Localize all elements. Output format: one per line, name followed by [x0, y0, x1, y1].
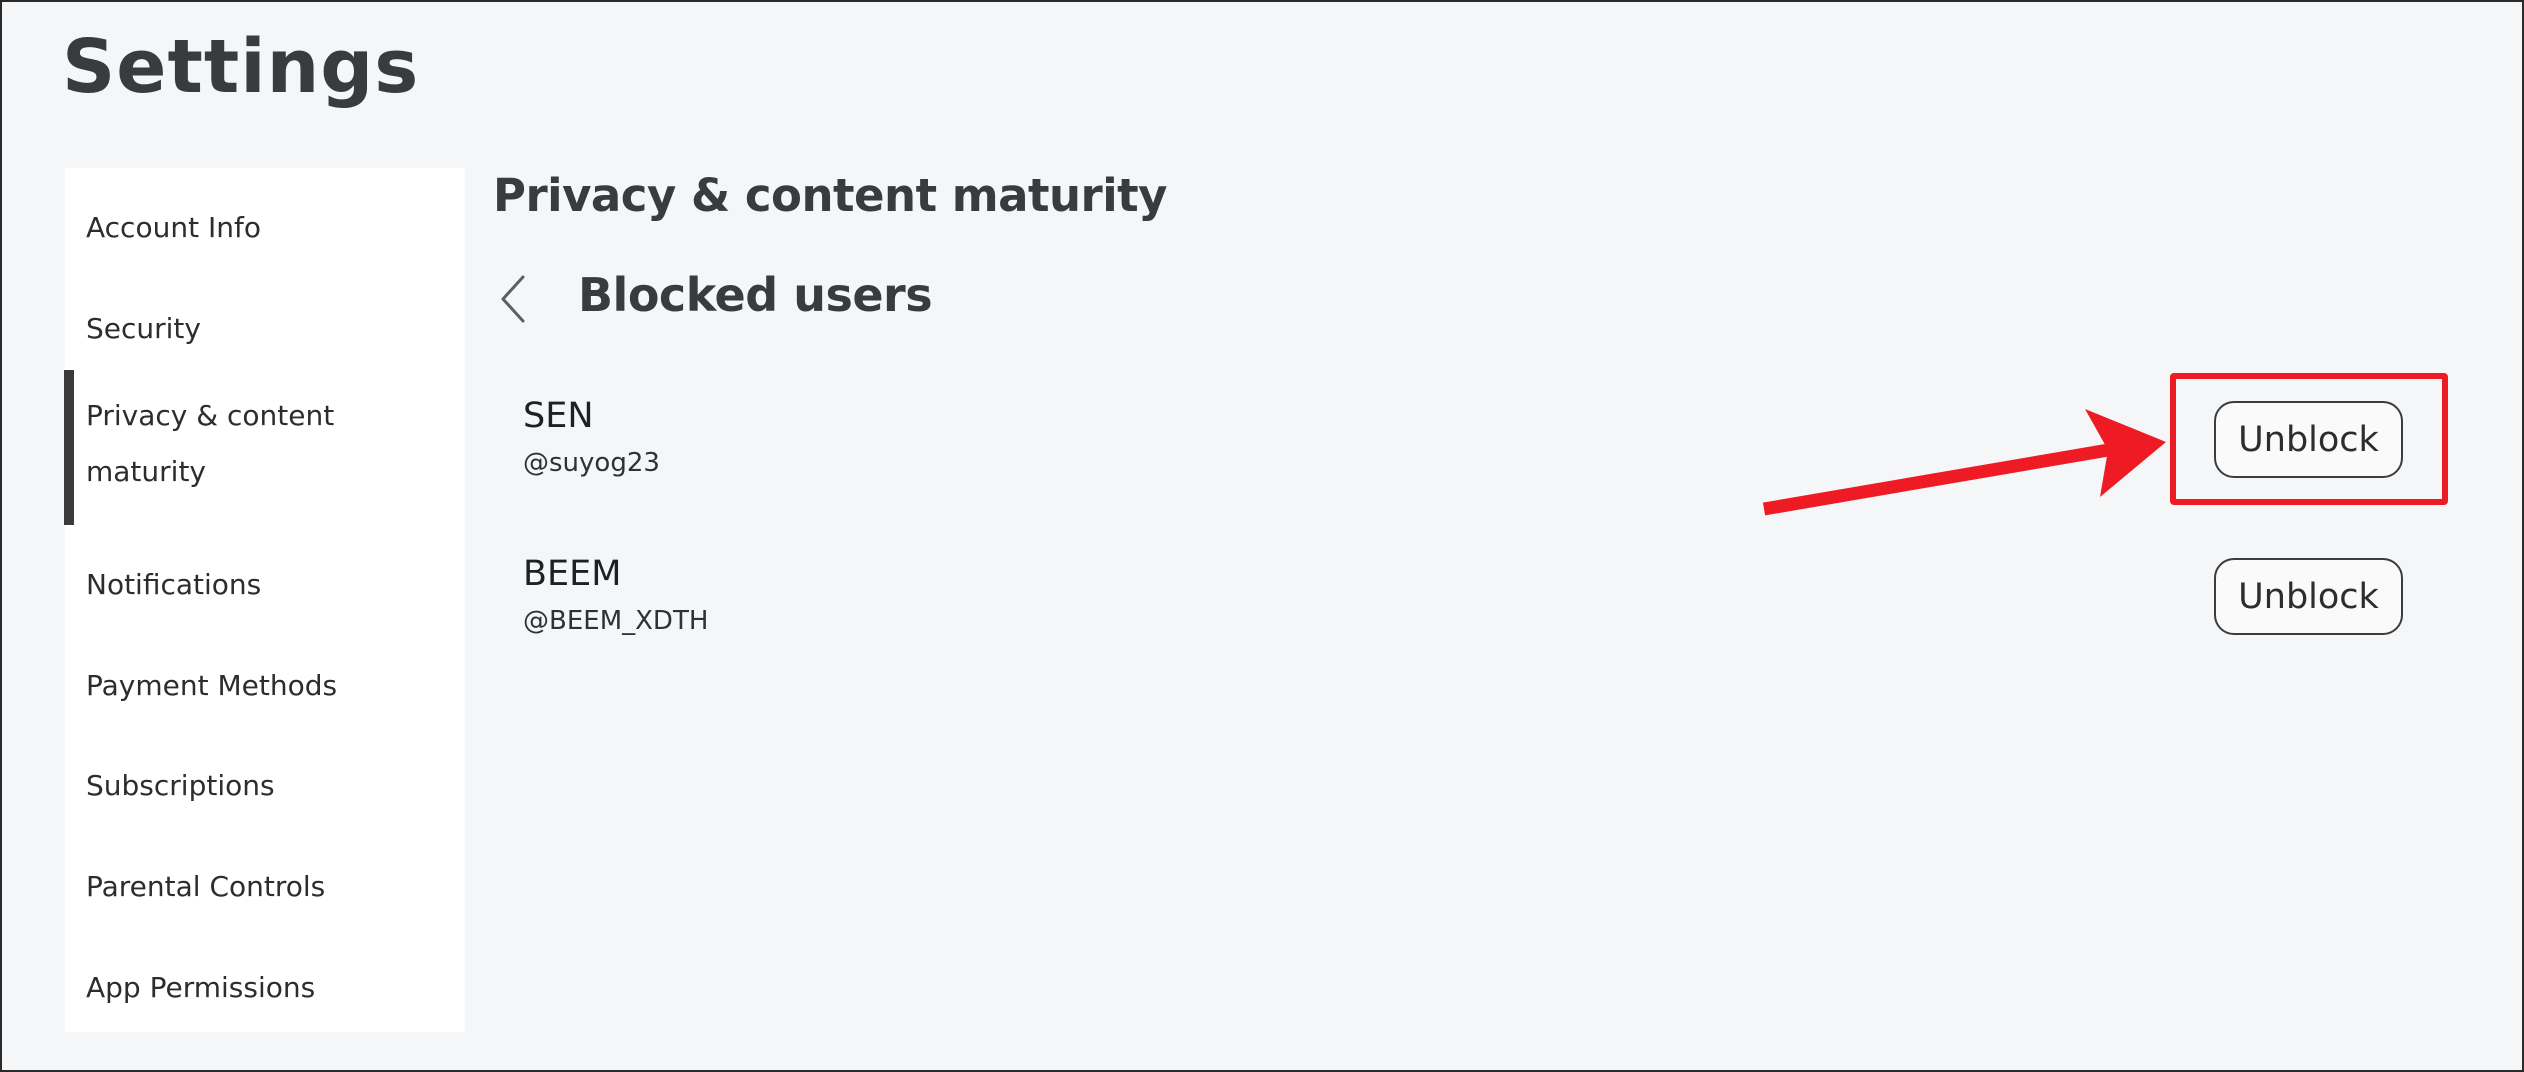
sidebar-item-security[interactable]: Security — [65, 301, 465, 357]
sidebar-item-label: Notifications — [86, 568, 262, 601]
blocked-users-title: Blocked users — [578, 268, 933, 322]
unblock-button[interactable]: Unblock — [2214, 401, 2403, 478]
sidebar-item-label: Subscriptions — [86, 769, 275, 802]
sidebar-item-account-info[interactable]: Account Info — [65, 200, 465, 256]
settings-sidebar: Account Info Security Privacy & content … — [64, 168, 465, 1032]
back-button[interactable] — [490, 268, 536, 330]
sidebar-item-label-line2: maturity — [86, 455, 206, 488]
sidebar-item-label: Parental Controls — [86, 870, 326, 903]
blocked-user-row: BEEM @BEEM_XDTH Unblock — [520, 554, 2410, 654]
sidebar-item-subscriptions[interactable]: Subscriptions — [65, 758, 465, 814]
sidebar-item-app-permissions[interactable]: App Permissions — [65, 960, 465, 1016]
active-indicator — [64, 370, 74, 525]
sidebar-item-payment-methods[interactable]: Payment Methods — [65, 658, 465, 714]
blocked-user-row: SEN @suyog23 Unblock — [520, 396, 2410, 496]
unblock-button[interactable]: Unblock — [2214, 558, 2403, 635]
sidebar-item-label: Privacy & content — [86, 399, 335, 432]
user-username: @BEEM_XDTH — [523, 606, 709, 636]
sidebar-item-label: App Permissions — [86, 971, 316, 1004]
page-title: Settings — [62, 24, 420, 110]
chevron-left-icon — [501, 275, 525, 323]
sidebar-item-label: Security — [86, 312, 201, 345]
sidebar-item-notifications[interactable]: Notifications — [65, 557, 465, 613]
sidebar-item-label: Account Info — [86, 211, 261, 244]
sidebar-item-parental-controls[interactable]: Parental Controls — [65, 859, 465, 915]
section-title: Privacy & content maturity — [493, 169, 1168, 222]
user-username: @suyog23 — [523, 448, 660, 478]
sidebar-item-privacy-content-maturity[interactable]: Privacy & content maturity — [64, 370, 465, 525]
user-display-name: SEN — [523, 396, 594, 436]
sidebar-item-label: Payment Methods — [86, 669, 338, 702]
user-display-name: BEEM — [523, 554, 622, 594]
